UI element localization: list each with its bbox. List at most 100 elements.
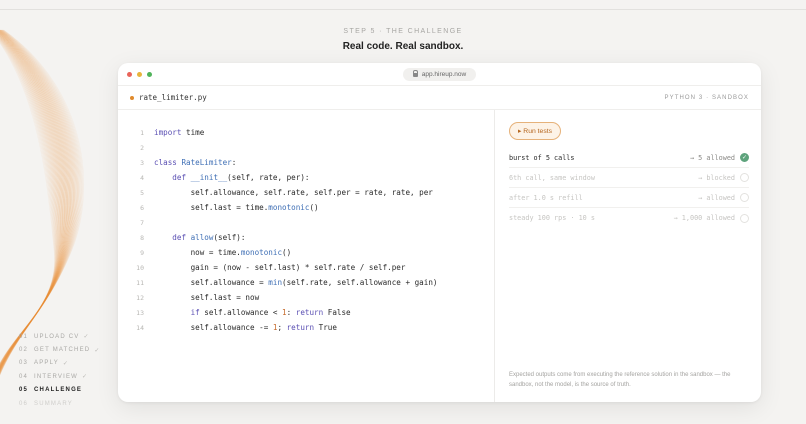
file-tab-bar: rate_limiter.py PYTHON 3 · SANDBOX bbox=[118, 86, 761, 110]
language-label: PYTHON 3 · SANDBOX bbox=[664, 94, 749, 101]
code-line: 1 import time bbox=[118, 125, 204, 140]
progress-step-6[interactable]: 06 SUMMARY bbox=[19, 397, 99, 410]
run-tests-button[interactable]: ▸ Run tests bbox=[509, 122, 562, 140]
line-number: 13 bbox=[136, 308, 144, 317]
line-number: 5 bbox=[140, 188, 144, 197]
check-icon: ✓ bbox=[83, 334, 89, 341]
test-result-group: → 1,000 allowed bbox=[673, 213, 749, 223]
code-line: 2 bbox=[118, 140, 154, 155]
code-text: class RateLimiter: bbox=[154, 158, 237, 167]
test-result-group: → allowed bbox=[698, 193, 749, 202]
code-text: self.allowance -= 1; return True bbox=[154, 323, 337, 332]
line-number: 12 bbox=[136, 293, 144, 302]
window-close-dot[interactable] bbox=[127, 72, 132, 77]
top-divider bbox=[0, 9, 806, 10]
step-label-text: SUMMARY bbox=[34, 400, 73, 407]
test-result-group: → blocked bbox=[698, 173, 749, 182]
window-maximize-dot[interactable] bbox=[147, 72, 152, 77]
test-name: after 1.0 s refill bbox=[509, 193, 583, 202]
code-text: self.last = time.monotonic() bbox=[154, 203, 319, 212]
progress-step-2[interactable]: 02 GET MATCHED ✓ bbox=[19, 343, 99, 356]
code-text: gain = (now - self.last) * self.rate / s… bbox=[154, 263, 406, 272]
test-expected-result: → 1,000 allowed bbox=[673, 214, 735, 222]
line-number: 14 bbox=[136, 323, 144, 332]
progress-steps: 01 UPLOAD CV ✓ 02 GET MATCHED ✓ 03 APPLY ✓ 04 INTE… bbox=[19, 330, 99, 410]
code-line: 11 self.allowance = min(self.rate, self.… bbox=[118, 275, 437, 290]
code-text: self.allowance, self.rate, self.per = ra… bbox=[154, 188, 433, 197]
step-label-text: INTERVIEW bbox=[34, 373, 79, 380]
line-number: 9 bbox=[140, 248, 144, 257]
code-text: def allow(self): bbox=[172, 233, 246, 242]
line-number: 6 bbox=[140, 203, 144, 212]
check-circle-icon: ✓ bbox=[740, 153, 749, 162]
line-number: 4 bbox=[140, 173, 144, 182]
check-icon: ✓ bbox=[62, 360, 68, 367]
line-number: 7 bbox=[140, 218, 144, 227]
wave-line bbox=[0, 30, 72, 372]
code-text: def __init__(self, rate, per): bbox=[172, 173, 310, 182]
url-bar[interactable]: app.hireup.now bbox=[403, 68, 476, 81]
progress-step-3[interactable]: 03 APPLY ✓ bbox=[19, 357, 99, 370]
code-text: self.last = now bbox=[154, 293, 260, 302]
step-number: 06 bbox=[19, 400, 29, 407]
code-line: 4 def __init__(self, rate, per): bbox=[118, 170, 309, 185]
step-number: 02 bbox=[19, 347, 29, 354]
step-number: 04 bbox=[19, 373, 29, 380]
line-number: 3 bbox=[140, 158, 144, 167]
test-panel: ▸ Run tests burst of 5 calls → 5 allowed ✓… bbox=[495, 110, 761, 402]
test-row: burst of 5 calls → 5 allowed ✓ bbox=[509, 148, 749, 168]
unsaved-dot-icon bbox=[130, 96, 134, 100]
code-line: 7 bbox=[118, 215, 154, 230]
step-label: STEP 5 · THE CHALLENGE bbox=[343, 28, 463, 35]
test-expected-result: → allowed bbox=[698, 193, 735, 202]
page-headline: Real code. Real sandbox. bbox=[342, 41, 464, 52]
line-number: 10 bbox=[136, 263, 144, 272]
step-label-text: CHALLENGE bbox=[34, 387, 83, 394]
sandbox-note: Expected outputs come from executing the… bbox=[509, 372, 731, 388]
code-text: if self.allowance < 1: return False bbox=[190, 308, 351, 317]
code-line: 12 self.last = now bbox=[118, 290, 259, 305]
code-line: 6 self.last = time.monotonic() bbox=[118, 200, 319, 215]
test-row: steady 100 rps · 10 s → 1,000 allowed bbox=[509, 208, 749, 228]
progress-step-5[interactable]: 05 CHALLENGE bbox=[19, 384, 99, 397]
code-text: now = time.monotonic() bbox=[154, 248, 292, 257]
test-name: steady 100 rps · 10 s bbox=[509, 214, 595, 222]
test-expected-result: → 5 allowed bbox=[689, 153, 735, 162]
step-number: 01 bbox=[19, 333, 29, 340]
progress-step-1[interactable]: 01 UPLOAD CV ✓ bbox=[19, 330, 99, 343]
code-line: 3 class RateLimiter: bbox=[118, 155, 236, 170]
test-name: burst of 5 calls bbox=[509, 153, 575, 162]
check-icon: ✓ bbox=[94, 347, 100, 354]
window-titlebar: app.hireup.now bbox=[118, 63, 761, 86]
line-number: 8 bbox=[140, 233, 144, 242]
step-label-text: APPLY bbox=[34, 360, 59, 367]
wave-line bbox=[0, 29, 82, 376]
code-line: 9 now = time.monotonic() bbox=[118, 245, 291, 260]
wave-line bbox=[0, 40, 56, 365]
code-line: 8 def allow(self): bbox=[118, 230, 245, 245]
code-line: 10 gain = (now - self.last) * self.rate … bbox=[118, 260, 405, 275]
empty-circle-icon bbox=[740, 193, 749, 202]
step-number: 03 bbox=[19, 360, 29, 367]
progress-step-4[interactable]: 04 INTERVIEW ✓ bbox=[19, 370, 99, 383]
test-row: 6th call, same window → blocked bbox=[509, 168, 749, 188]
test-row: after 1.0 s refill → allowed bbox=[509, 188, 749, 208]
step-label-text: GET MATCHED bbox=[34, 347, 91, 354]
code-text: self.allowance = min(self.rate, self.all… bbox=[154, 278, 438, 287]
code-editor[interactable]: 1 import time 2 3 class RateLimiter: 4 def __… bbox=[118, 110, 494, 402]
check-icon: ✓ bbox=[82, 374, 88, 381]
code-line: 13 if self.allowance < 1: return False bbox=[118, 305, 351, 320]
empty-circle-icon bbox=[740, 213, 749, 223]
line-number: 2 bbox=[140, 143, 144, 152]
test-name: 6th call, same window bbox=[509, 173, 595, 182]
file-tab[interactable]: rate_limiter.py bbox=[139, 93, 207, 102]
code-line: 5 self.allowance, self.rate, self.per = … bbox=[118, 185, 433, 200]
url-text: app.hireup.now bbox=[421, 71, 467, 78]
test-expected-result: → blocked bbox=[698, 173, 735, 182]
line-number: 11 bbox=[136, 278, 144, 287]
lock-icon bbox=[412, 70, 419, 77]
test-result-group: → 5 allowed ✓ bbox=[690, 153, 749, 162]
sandbox-window: app.hireup.now rate_limiter.py PYTHON 3 … bbox=[118, 63, 761, 402]
window-minimize-dot[interactable] bbox=[137, 72, 142, 77]
code-text: import time bbox=[154, 128, 205, 137]
